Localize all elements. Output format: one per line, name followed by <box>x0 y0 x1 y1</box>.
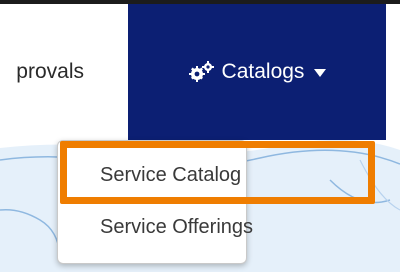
gears-icon <box>188 61 214 82</box>
nav-right-strip <box>386 4 400 140</box>
catalogs-dropdown-menu: Service Catalog Service Offerings <box>57 140 253 264</box>
caret-down-icon <box>314 69 327 77</box>
top-nav-bar: provals Catalogs <box>0 4 400 140</box>
menu-item-service-offerings[interactable]: Service Offerings <box>58 203 253 251</box>
menu-item-service-offerings-label: Service Offerings <box>100 215 254 238</box>
nav-item-catalogs[interactable]: Catalogs <box>128 4 386 140</box>
nav-item-approvals[interactable]: provals <box>0 4 128 140</box>
nav-item-catalogs-label: Catalogs <box>221 60 305 83</box>
nav-item-approvals-label: provals <box>16 60 84 83</box>
menu-item-service-catalog[interactable]: Service Catalog <box>58 151 246 199</box>
menu-item-service-catalog-label: Service Catalog <box>100 163 242 186</box>
